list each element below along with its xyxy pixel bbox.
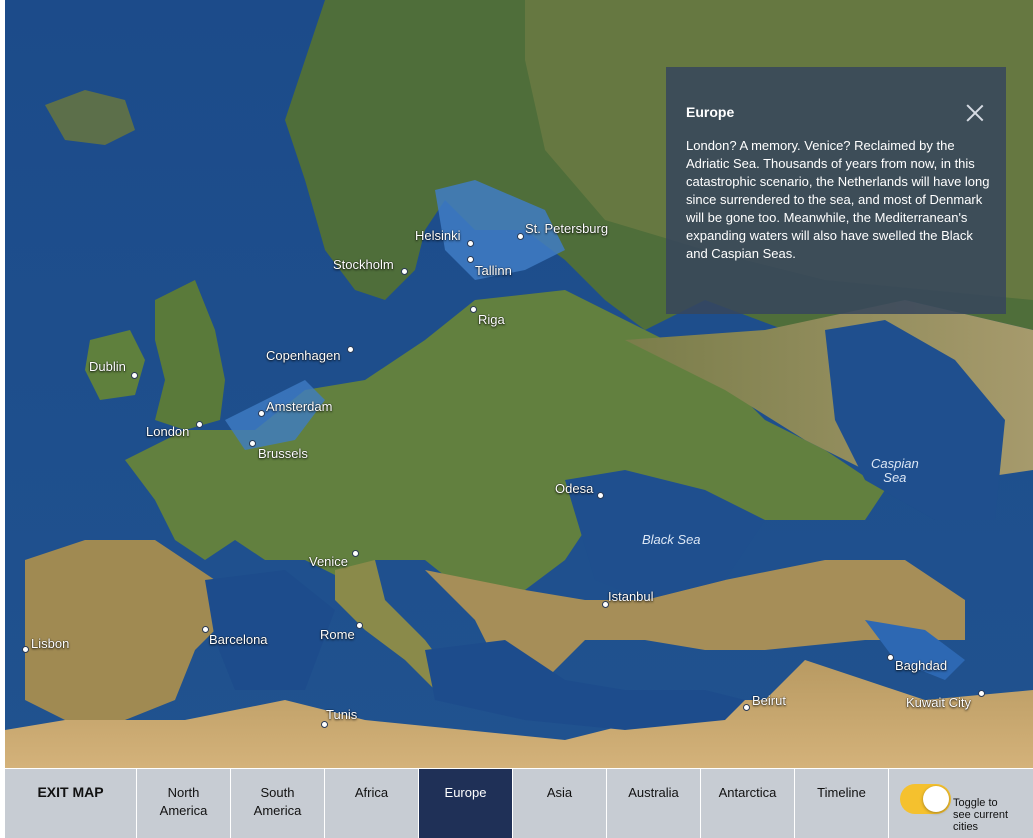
beirut-marker[interactable]: [743, 704, 750, 711]
baghdad-marker[interactable]: [887, 654, 894, 661]
tallinn-marker[interactable]: [467, 256, 474, 263]
city-label-tunis: Tunis: [326, 707, 358, 722]
odesa-marker[interactable]: [597, 492, 604, 499]
caspian-sea-label: Caspian Sea: [871, 456, 919, 486]
city-label-st-petersburg: St. Petersburg: [525, 221, 609, 236]
info-panel-body: London? A memory. Venice? Reclaimed by t…: [686, 138, 990, 261]
caspian-label-line2: Sea: [883, 470, 907, 486]
black-sea-label: Black Sea: [642, 532, 701, 547]
tab-europe[interactable]: Europe: [419, 769, 513, 838]
dublin-marker[interactable]: [131, 372, 138, 379]
current-cities-toggle-group: Toggle to see current cities: [889, 769, 1033, 838]
tab-africa[interactable]: Africa: [325, 769, 419, 838]
city-label-amsterdam: Amsterdam: [266, 399, 333, 414]
city-label-tallinn: Tallinn: [475, 263, 512, 278]
info-panel-title: Europe: [686, 104, 735, 120]
tab-timeline-label: Timeline: [817, 785, 866, 800]
tab-north-america[interactable]: North America: [137, 769, 231, 838]
tab-south-america[interactable]: South America: [231, 769, 325, 838]
copenhagen-marker[interactable]: [347, 346, 354, 353]
map-view[interactable]: Helsinki St. Petersburg Stockholm Tallin…: [5, 0, 1033, 768]
tab-north-america-line1: North: [167, 785, 200, 800]
exit-map-button[interactable]: EXIT MAP: [5, 769, 137, 838]
tab-north-america-line2: America: [159, 803, 208, 818]
city-label-riga: Riga: [478, 312, 505, 327]
caspian-label-line1: Caspian: [871, 456, 919, 471]
city-label-venice: Venice: [309, 554, 349, 569]
city-label-london: London: [146, 424, 190, 439]
city-label-lisbon: Lisbon: [31, 636, 70, 651]
tab-antarctica[interactable]: Antarctica: [701, 769, 795, 838]
st-petersburg-marker[interactable]: [517, 233, 524, 240]
tab-africa-label: Africa: [354, 785, 389, 800]
lisbon-marker[interactable]: [22, 646, 29, 653]
london-marker[interactable]: [196, 421, 203, 428]
amsterdam-marker[interactable]: [258, 410, 265, 417]
tab-timeline[interactable]: Timeline: [795, 769, 889, 838]
venice-marker[interactable]: [352, 550, 359, 557]
tab-south-america-line1: South: [260, 785, 295, 800]
tab-asia[interactable]: Asia: [513, 769, 607, 838]
kuwait-city-marker[interactable]: [978, 690, 985, 697]
city-label-copenhagen: Copenhagen: [266, 348, 341, 363]
city-label-brussels: Brussels: [258, 446, 308, 461]
stockholm-marker[interactable]: [401, 268, 408, 275]
tab-asia-label: Asia: [546, 785, 573, 800]
tab-europe-label: Europe: [444, 785, 487, 800]
exit-map-label: EXIT MAP: [37, 784, 104, 800]
city-label-beirut: Beirut: [752, 693, 786, 708]
city-label-istanbul: Istanbul: [608, 589, 654, 604]
brussels-marker[interactable]: [249, 440, 256, 447]
city-label-kuwait-city: Kuwait City: [906, 695, 972, 710]
city-label-dublin: Dublin: [89, 359, 126, 374]
tab-australia[interactable]: Australia: [607, 769, 701, 838]
city-label-stockholm: Stockholm: [333, 257, 394, 272]
riga-marker[interactable]: [470, 306, 477, 313]
city-label-rome: Rome: [320, 627, 355, 642]
toggle-label: Toggle to see current cities: [953, 797, 1009, 833]
toggle-knob: [923, 786, 949, 812]
rome-marker[interactable]: [356, 622, 363, 629]
current-cities-toggle[interactable]: [900, 784, 951, 814]
helsinki-marker[interactable]: [467, 240, 474, 247]
barcelona-marker[interactable]: [202, 626, 209, 633]
city-label-helsinki: Helsinki: [415, 228, 461, 243]
region-info-panel: Europe London? A memory. Venice? Reclaim…: [666, 67, 1006, 314]
city-label-barcelona: Barcelona: [209, 632, 268, 647]
city-label-baghdad: Baghdad: [895, 658, 948, 673]
region-nav-bar: EXIT MAP North America South America Afr…: [5, 769, 1033, 838]
close-icon[interactable]: [966, 104, 984, 122]
city-label-odesa: Odesa: [555, 481, 594, 496]
tunis-marker[interactable]: [321, 721, 328, 728]
tab-australia-label: Australia: [628, 785, 679, 800]
tab-south-america-line2: America: [253, 803, 302, 818]
tab-antarctica-label: Antarctica: [718, 785, 777, 800]
